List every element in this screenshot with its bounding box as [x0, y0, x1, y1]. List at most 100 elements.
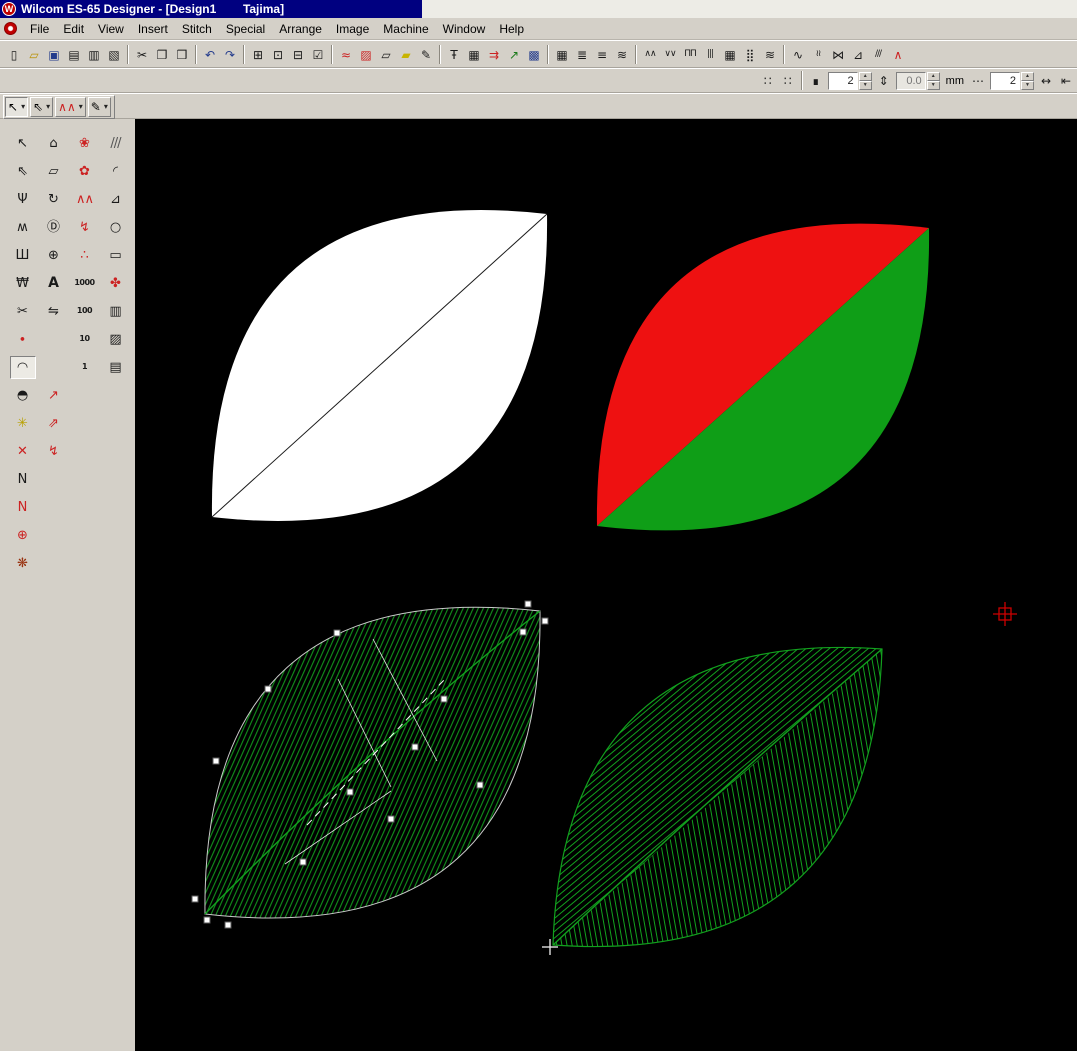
overview-grid-button[interactable]: ▦ [552, 44, 572, 65]
length-value[interactable]: 0.0 [896, 72, 926, 90]
flower-tool[interactable]: ✿ [72, 160, 98, 183]
auto-check-button[interactable]: ☑ [308, 44, 328, 65]
select-mode-button[interactable]: ↖ ▾ [5, 97, 28, 117]
columns-tool[interactable]: ▥ [103, 300, 129, 323]
reshape-tool[interactable]: ⌂ [41, 132, 67, 155]
spacing-up-button[interactable]: ▲ [859, 72, 872, 81]
new-design-button[interactable]: ▯ [4, 44, 24, 65]
paste-button[interactable]: ❒ [172, 44, 192, 65]
cut-button[interactable]: ✂ [132, 44, 152, 65]
length-up-button[interactable]: ▲ [927, 72, 940, 81]
zigzag-run-tool[interactable]: ↯ [72, 216, 98, 239]
curve-n-tool[interactable]: N [10, 496, 36, 519]
length-down-button[interactable]: ▼ [927, 81, 940, 90]
draw-pen-button[interactable]: ✎ [416, 44, 436, 65]
zoom-box-button[interactable]: ⊡ [268, 44, 288, 65]
jump-stitch2-tool[interactable]: ⇗ [41, 412, 67, 435]
menu-machine[interactable]: Machine [376, 20, 435, 38]
backtack-tool[interactable]: Ш [10, 244, 36, 267]
applique-button[interactable]: ⊿ [848, 44, 868, 65]
auto-spacing-button[interactable]: ⇕ [874, 71, 894, 92]
menu-stitch[interactable]: Stitch [175, 20, 219, 38]
add-point-tool[interactable]: ⊕ [10, 524, 36, 547]
hatch-lines-tool[interactable]: /// [103, 132, 129, 155]
fabric-tool[interactable]: ▨ [103, 328, 129, 351]
e-stitch-button[interactable]: ΠΠ [680, 44, 700, 65]
manual-stitch-tool[interactable]: ∴ [72, 244, 98, 267]
highlight-pen-button[interactable]: ▰ [396, 44, 416, 65]
design-canvas[interactable] [135, 119, 1077, 1051]
outline-view-button[interactable]: ▱ [376, 44, 396, 65]
satin-zigzag-tool[interactable]: ∧∧ [72, 188, 98, 211]
polygon-tool[interactable]: ▱ [41, 160, 67, 183]
width-down-button[interactable]: ▼ [1021, 81, 1034, 90]
fancy-fill-tool[interactable]: ✤ [103, 272, 129, 295]
box-select-button[interactable]: ⊞ [248, 44, 268, 65]
spacing-down-button[interactable]: ▼ [859, 81, 872, 90]
flag-shape-tool[interactable]: ⊿ [103, 188, 129, 211]
triple-run-tool[interactable]: ₩ [10, 272, 36, 295]
travel-1-tool[interactable]: 1 [72, 356, 98, 379]
stitched-leaf-object[interactable] [535, 609, 905, 999]
reshape-mode-button[interactable]: ⇖ ▾ [30, 97, 53, 117]
show-grid-button[interactable]: ▦ [464, 44, 484, 65]
outline-run-button[interactable]: ∿ [788, 44, 808, 65]
grid-snap-button[interactable]: ∷ [758, 71, 778, 92]
menu-view[interactable]: View [91, 20, 131, 38]
fur-stitch-button[interactable]: ∕∕∕ [868, 44, 888, 65]
travel-10-tool[interactable]: 10 [72, 328, 98, 351]
scissors-tool[interactable]: ✂ [10, 300, 36, 323]
selected-stitch-leaf-object[interactable] [192, 601, 548, 928]
menu-edit[interactable]: Edit [56, 20, 91, 38]
menu-special[interactable]: Special [219, 20, 272, 38]
mesh-globe-tool[interactable]: ⊕ [41, 244, 67, 267]
motif-run-button[interactable]: ≀≀ [808, 44, 828, 65]
contour-stitch-button[interactable]: ∧ [888, 44, 908, 65]
layers-tool[interactable]: ▤ [103, 356, 129, 379]
wave-fill-button[interactable]: ≋ [760, 44, 780, 65]
block-digitize-button[interactable]: ∎ [806, 71, 826, 92]
menu-window[interactable]: Window [436, 20, 493, 38]
travel-1000-tool[interactable]: 1000 [72, 272, 98, 295]
rectangle-tool[interactable]: ▭ [103, 244, 129, 267]
monogram-d-tool[interactable]: Ⓓ [41, 216, 67, 239]
color-film-button[interactable]: ▩ [524, 44, 544, 65]
open-design-button[interactable]: ▱ [24, 44, 44, 65]
stop-tool[interactable]: ✕ [10, 440, 36, 463]
print-button[interactable]: ▤ [64, 44, 84, 65]
menu-image[interactable]: Image [329, 20, 376, 38]
menu-insert[interactable]: Insert [131, 20, 175, 38]
grid-show-button[interactable]: ∷ [778, 71, 798, 92]
copy-button[interactable]: ❐ [152, 44, 172, 65]
white-leaf-object[interactable] [212, 210, 547, 521]
stitch-edit-mode-dropdown-icon[interactable]: ▾ [79, 102, 83, 111]
mesh-ball-tool[interactable]: ❋ [10, 552, 36, 575]
send-to-machine-button[interactable]: ▧ [104, 44, 124, 65]
dome-tool[interactable]: ◓ [10, 384, 36, 407]
run-stitch-button[interactable]: ||| [700, 44, 720, 65]
fan-fill-tool[interactable]: ◠ [10, 356, 36, 379]
zigzag-jump-tool[interactable]: ↯ [41, 440, 67, 463]
stitch-edit-mode-button[interactable]: ∧∧ ▾ [55, 97, 86, 117]
satin-stitch-button[interactable]: ∧∧ [640, 44, 660, 65]
reshape-n-tool[interactable]: N [10, 468, 36, 491]
slow-redraw-button[interactable]: ≋ [612, 44, 632, 65]
pattern-fill-button[interactable]: ▦ [720, 44, 740, 65]
print-preview-button[interactable]: ▥ [84, 44, 104, 65]
travel-100-tool[interactable]: 100 [72, 300, 98, 323]
pen-mode-button[interactable]: ✎ ▾ [88, 97, 111, 117]
tatami-stitch-button[interactable]: ∨∨ [660, 44, 680, 65]
stitch-chart-button[interactable]: ↗ [504, 44, 524, 65]
red-green-leaf-object[interactable] [597, 224, 929, 531]
select-mode-dropdown-icon[interactable]: ▾ [21, 102, 25, 111]
width-up-button[interactable]: ▲ [1021, 72, 1034, 81]
column-stitch-tool[interactable]: ʍ [10, 216, 36, 239]
jump-stitch-tool[interactable]: ↗ [41, 384, 67, 407]
monogram-tool[interactable]: ❀ [72, 132, 98, 155]
density-view-button[interactable]: ▨ [356, 44, 376, 65]
penetration-tool[interactable]: ∙ [10, 328, 36, 351]
menu-arrange[interactable]: Arrange [272, 20, 329, 38]
node-edit-tool[interactable]: ⇖ [10, 160, 36, 183]
select-tool[interactable]: ↖ [10, 132, 36, 155]
align-list-button[interactable]: ≡ [592, 44, 612, 65]
